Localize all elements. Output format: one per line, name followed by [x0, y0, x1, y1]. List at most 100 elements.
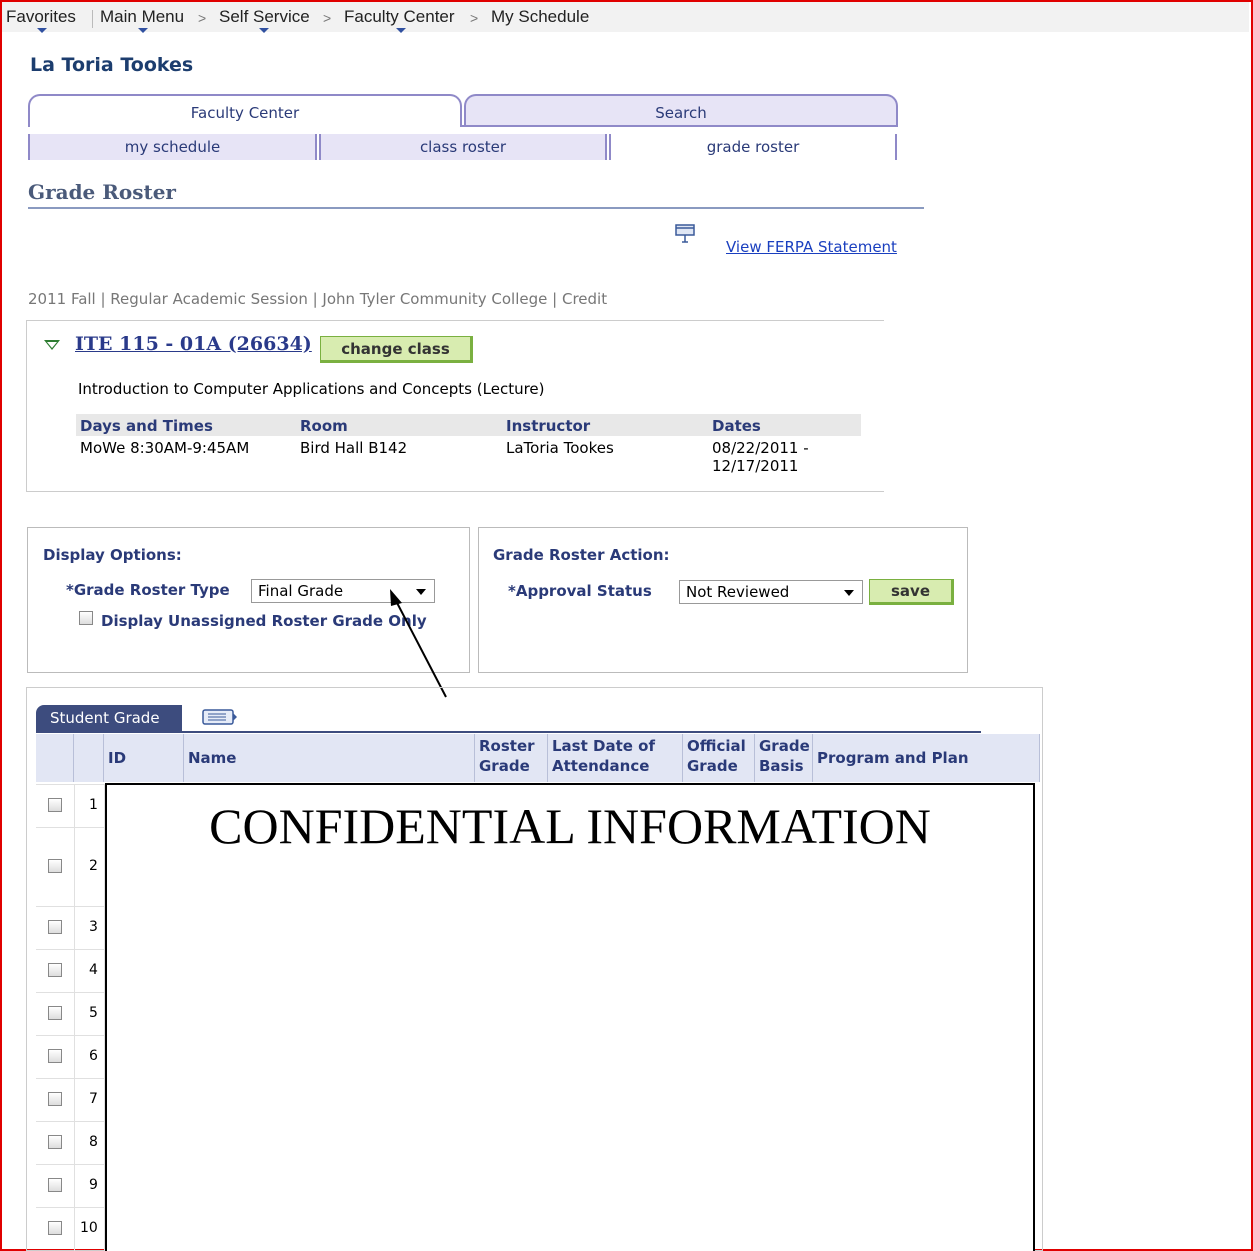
header-official-grade-line1: Official	[687, 737, 746, 755]
subtab-grade-roster[interactable]: grade roster	[611, 134, 895, 160]
tab-search[interactable]: Search	[464, 94, 898, 127]
header-grade-basis-line2: Basis	[759, 757, 804, 775]
row-number: 6	[89, 1048, 98, 1064]
approval-status-label: *Approval Status	[508, 582, 652, 600]
self-service-dropdown-icon[interactable]	[259, 28, 269, 33]
header-row-number	[74, 734, 104, 782]
favorites-menu[interactable]: Favorites	[6, 7, 76, 27]
user-name: La Toria Tookes	[30, 54, 194, 76]
approval-status-select[interactable]: Not Reviewed	[679, 580, 863, 604]
row-divider	[74, 1207, 75, 1251]
collapse-triangle-icon[interactable]	[44, 340, 60, 350]
display-options-heading: Display Options:	[43, 546, 182, 564]
row-select-checkbox[interactable]	[48, 798, 62, 812]
row-select-checkbox[interactable]	[48, 1049, 62, 1063]
row-divider	[74, 1035, 75, 1078]
row-divider	[74, 1121, 75, 1164]
breadcrumb-faculty-center[interactable]: Faculty Center	[344, 7, 455, 27]
header-official-grade[interactable]: Official Grade	[683, 734, 755, 782]
header-last-date-line2: Attendance	[552, 757, 650, 775]
chevron-down-icon	[844, 590, 854, 596]
subtab-divider	[895, 134, 897, 160]
header-select	[36, 734, 74, 782]
breadcrumb-current: My Schedule	[491, 7, 590, 26]
meeting-dates-end: 12/17/2011	[712, 457, 799, 475]
header-instructor: Instructor	[506, 417, 591, 435]
confidential-label: CONFIDENTIAL INFORMATION	[209, 798, 931, 854]
header-grade-basis[interactable]: Grade Basis	[755, 734, 813, 782]
tab-underline	[462, 125, 898, 127]
tab-student-grade[interactable]: Student Grade	[36, 705, 182, 732]
breadcrumb-separator: >	[470, 10, 479, 26]
term-info: 2011 Fall | Regular Academic Session | J…	[28, 290, 608, 308]
row-number: 4	[89, 962, 98, 978]
tab-faculty-center[interactable]: Faculty Center	[28, 94, 462, 127]
header-dates: Dates	[712, 417, 761, 435]
meeting-row: MoWe 8:30AM-9:45AM Bird Hall B142 LaTori…	[76, 436, 861, 480]
row-select-checkbox[interactable]	[48, 859, 62, 873]
meeting-table-header: Days and Times Room Instructor Dates	[76, 414, 861, 436]
ferpa-statement-link[interactable]: View FERPA Statement	[726, 238, 897, 256]
save-button[interactable]: save	[869, 579, 954, 605]
nav-divider	[92, 10, 93, 28]
row-divider	[74, 906, 75, 949]
header-name[interactable]: Name	[184, 734, 475, 782]
subtab-class-roster[interactable]: class roster	[321, 134, 605, 160]
confidential-cover: CONFIDENTIAL INFORMATION	[105, 783, 1035, 1251]
header-last-date-line1: Last Date of	[552, 737, 655, 755]
row-select-checkbox[interactable]	[48, 1006, 62, 1020]
roster-type-value: Final Grade	[258, 582, 344, 600]
header-program-plan[interactable]: Program and Plan	[813, 734, 1040, 782]
row-divider	[74, 992, 75, 1035]
row-number: 7	[89, 1091, 98, 1107]
breadcrumb-self-service[interactable]: Self Service	[219, 7, 310, 27]
header-roster-grade[interactable]: Roster Grade	[475, 734, 548, 782]
favorites-dropdown-icon[interactable]	[37, 28, 47, 33]
meeting-dates-start: 08/22/2011 -	[712, 439, 809, 457]
breadcrumb-separator: >	[198, 10, 207, 26]
row-divider	[74, 784, 75, 827]
main-menu-dropdown-icon[interactable]	[138, 28, 148, 33]
row-select-checkbox[interactable]	[48, 1178, 62, 1192]
row-divider	[74, 827, 75, 906]
meeting-instructor: LaToria Tookes	[506, 439, 614, 457]
main-menu[interactable]: Main Menu	[100, 7, 184, 27]
subtab-my-schedule[interactable]: my schedule	[30, 134, 315, 160]
show-all-columns-icon[interactable]	[202, 708, 238, 726]
page-title: Grade Roster	[28, 180, 176, 204]
meeting-room: Bird Hall B142	[300, 439, 408, 457]
unassigned-only-label: Display Unassigned Roster Grade Only	[101, 612, 427, 630]
roster-type-label: *Grade Roster Type	[66, 581, 230, 599]
breadcrumb-separator: >	[323, 10, 332, 26]
title-divider	[28, 207, 924, 209]
subtab-divider	[605, 134, 607, 160]
header-official-grade-line2: Grade	[687, 757, 738, 775]
class-title-link[interactable]: ITE 115 - 01A (26634)	[75, 333, 312, 355]
row-number: 1	[89, 797, 98, 813]
header-id[interactable]: ID	[104, 734, 184, 782]
row-number: 2	[89, 858, 98, 874]
row-number: 5	[89, 1005, 98, 1021]
row-divider	[74, 1164, 75, 1207]
presentation-icon[interactable]	[675, 224, 695, 244]
header-roster-grade-line2: Grade	[479, 757, 530, 775]
approval-status-value: Not Reviewed	[686, 583, 790, 601]
class-description: Introduction to Computer Applications an…	[78, 380, 545, 398]
row-select-checkbox[interactable]	[48, 920, 62, 934]
grid-tab-underline	[36, 731, 981, 733]
header-last-date-attendance[interactable]: Last Date of Attendance	[548, 734, 683, 782]
row-number: 3	[89, 919, 98, 935]
header-days-times: Days and Times	[80, 417, 213, 435]
unassigned-only-checkbox[interactable]	[79, 611, 93, 625]
row-select-checkbox[interactable]	[48, 1092, 62, 1106]
header-roster-grade-line1: Roster	[479, 737, 535, 755]
breadcrumb: Favorites Main Menu > Self Service > Fac…	[2, 2, 1249, 33]
row-select-checkbox[interactable]	[48, 1135, 62, 1149]
meeting-table: Days and Times Room Instructor Dates MoW…	[76, 414, 861, 480]
change-class-button[interactable]: change class	[320, 336, 473, 363]
row-divider	[74, 949, 75, 992]
header-grade-basis-line1: Grade	[759, 737, 810, 755]
faculty-center-dropdown-icon[interactable]	[396, 28, 406, 33]
row-select-checkbox[interactable]	[48, 1221, 62, 1235]
row-select-checkbox[interactable]	[48, 963, 62, 977]
